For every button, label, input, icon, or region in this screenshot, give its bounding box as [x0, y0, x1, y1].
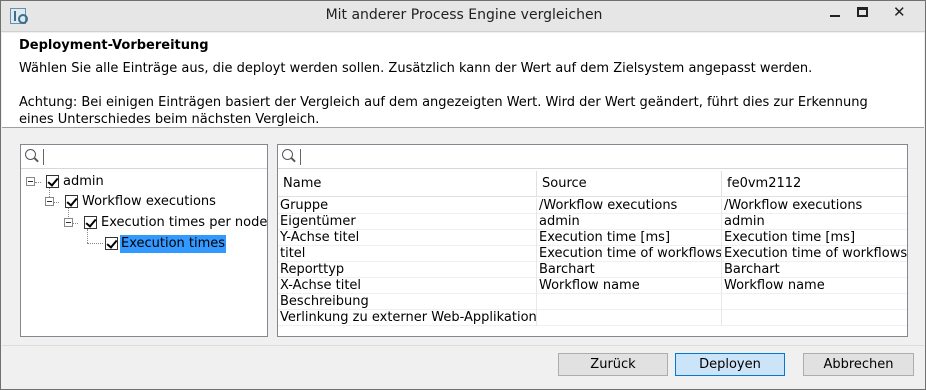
- table-row[interactable]: Beschreibung: [278, 294, 907, 310]
- title-bar[interactable]: Mit anderer Process Engine vergleichen ✕: [1, 1, 925, 32]
- deploy-button[interactable]: Deployen: [675, 353, 785, 376]
- maximize-button[interactable]: [849, 2, 877, 23]
- tree-search[interactable]: [21, 145, 267, 169]
- checkbox-admin[interactable]: [46, 175, 59, 188]
- tree-item-execution-times-per-node[interactable]: Execution times per node: [21, 214, 267, 232]
- tree-item-label: Execution times: [120, 235, 227, 253]
- table-row[interactable]: Y-Achse titel Execution time [ms] Execut…: [278, 230, 907, 246]
- tree-item-admin[interactable]: admin: [21, 173, 261, 191]
- cell-target[interactable]: Workflow name: [722, 278, 907, 294]
- close-icon: ✕: [893, 3, 906, 21]
- tree-panel: admin Workflow executions Execution time…: [20, 144, 268, 337]
- cell-name: X-Achse titel: [278, 278, 537, 294]
- close-button[interactable]: ✕: [877, 2, 921, 23]
- window-title: Mit anderer Process Engine vergleichen: [325, 7, 603, 23]
- tree-item-workflow-executions[interactable]: Workflow executions: [21, 193, 261, 211]
- search-icon: [25, 149, 38, 162]
- minimize-button[interactable]: [821, 2, 849, 23]
- cell-name: Eigentümer: [278, 214, 537, 230]
- cell-target[interactable]: [722, 294, 907, 310]
- collapse-icon[interactable]: [45, 197, 54, 206]
- tree-item-execution-times[interactable]: Execution times: [21, 235, 261, 253]
- cell-name: titel: [278, 246, 537, 262]
- cell-source: admin: [537, 214, 722, 230]
- collapse-icon[interactable]: [64, 218, 73, 227]
- search-input[interactable]: [43, 149, 44, 165]
- dialog-window: Mit anderer Process Engine vergleichen ✕…: [0, 0, 926, 390]
- cell-name: Verlinkung zu externer Web-Applikation: [280, 310, 537, 326]
- table-row[interactable]: Gruppe /Workflow executions /Workflow ex…: [278, 198, 907, 214]
- cancel-button[interactable]: Abbrechen: [803, 353, 914, 376]
- checkbox-workflow-executions[interactable]: [65, 195, 78, 208]
- column-header-name[interactable]: Name: [278, 171, 537, 197]
- cell-source: Execution time [ms]: [537, 230, 722, 246]
- table-row[interactable]: X-Achse titel Workflow name Workflow nam…: [278, 278, 907, 294]
- search-icon: [282, 149, 295, 162]
- maximize-icon: [857, 7, 868, 17]
- header-warning: Achtung: Bei einigen Einträgen basiert d…: [19, 95, 868, 127]
- cell-target[interactable]: /Workflow executions: [722, 198, 907, 214]
- column-header-target[interactable]: fe0vm2112: [722, 171, 907, 197]
- page-title: Deployment-Vorbereitung: [19, 38, 209, 53]
- cell-target[interactable]: Execution time of workflows: [722, 246, 907, 262]
- header-panel: Deployment-Vorbereitung Wählen Sie alle …: [2, 33, 924, 128]
- collapse-icon[interactable]: [26, 177, 35, 186]
- tree-item-label: Workflow executions: [82, 194, 216, 209]
- cell-source: Execution time of workflows: [539, 246, 722, 262]
- column-header-source[interactable]: Source: [537, 171, 722, 197]
- checkbox-execution-times[interactable]: [105, 237, 118, 250]
- cell-source: [537, 310, 722, 326]
- cell-source: Workflow name: [537, 278, 722, 294]
- tree-item-label: admin: [63, 174, 104, 189]
- table-row[interactable]: Reporttyp Barchart Barchart: [278, 262, 907, 278]
- cell-name: Beschreibung: [278, 294, 537, 310]
- checkbox-execution-times-per-node[interactable]: [84, 216, 97, 229]
- footer-divider: [2, 345, 924, 346]
- cell-name: Gruppe: [278, 198, 537, 214]
- table-search[interactable]: [278, 145, 907, 169]
- cell-target[interactable]: Execution time [ms]: [722, 230, 907, 246]
- cell-target[interactable]: admin: [722, 214, 907, 230]
- cell-name: Y-Achse titel: [278, 230, 537, 246]
- tree-item-label: Execution times per node: [101, 215, 268, 230]
- table-header: Name Source fe0vm2112: [278, 171, 907, 197]
- back-button[interactable]: Zurück: [558, 353, 668, 376]
- header-description: Wählen Sie alle Einträge aus, die deploy…: [19, 61, 813, 76]
- cell-target[interactable]: [722, 310, 907, 326]
- cell-source: [537, 294, 722, 310]
- table-row[interactable]: titel Execution time of workflows Execut…: [278, 246, 907, 262]
- cell-name: Reporttyp: [278, 262, 537, 278]
- minimize-icon: [830, 15, 840, 17]
- cell-source: /Workflow executions: [537, 198, 722, 214]
- table-row[interactable]: Eigentümer admin admin: [278, 214, 907, 230]
- cell-target[interactable]: Barchart: [722, 262, 907, 278]
- comparison-table-panel: Name Source fe0vm2112 Gruppe /Workflow e…: [277, 144, 908, 337]
- table-row[interactable]: Verlinkung zu externer Web-Applikation: [278, 310, 907, 326]
- cell-source: Barchart: [537, 262, 722, 278]
- search-input[interactable]: [300, 149, 301, 165]
